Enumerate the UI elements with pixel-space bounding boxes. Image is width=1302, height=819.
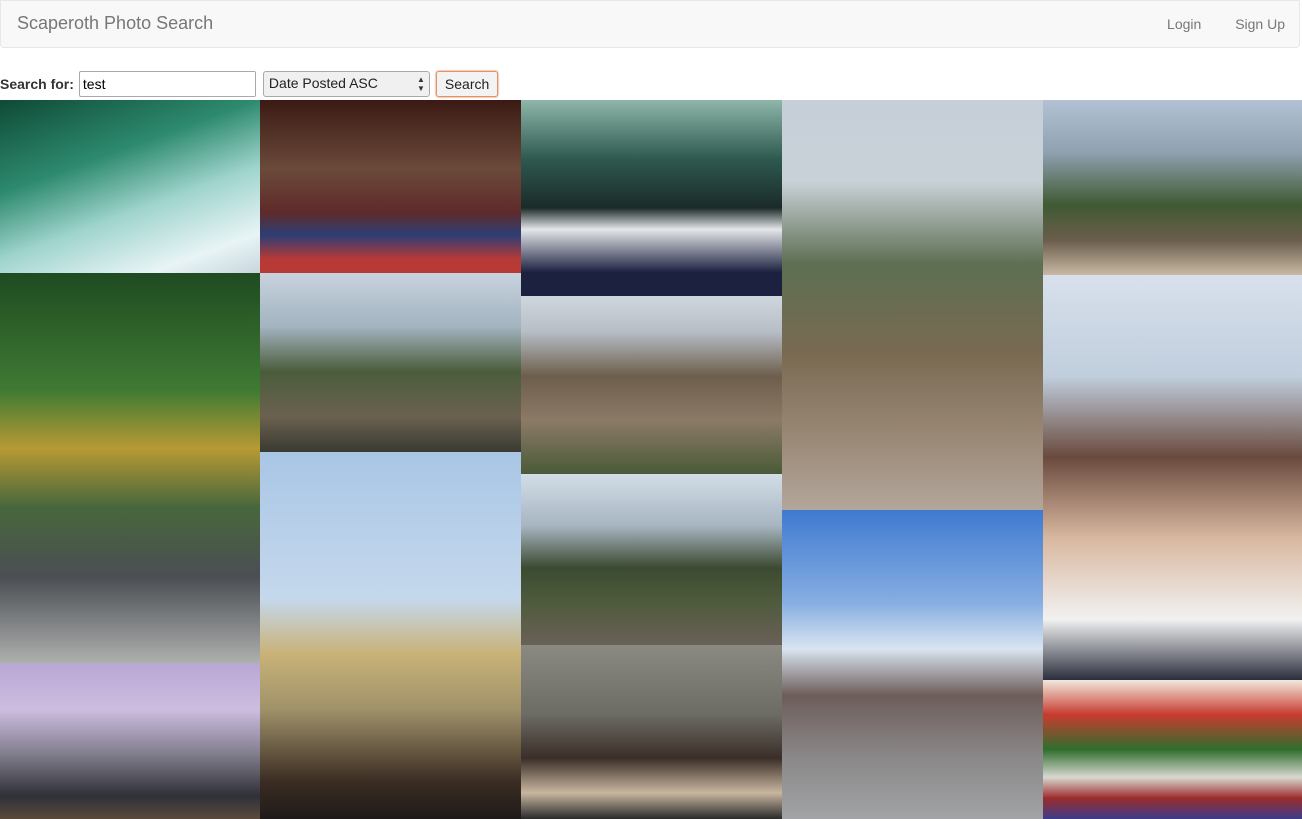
brand-title[interactable]: Scaperoth Photo Search <box>17 13 213 34</box>
nav-links: Login Sign Up <box>1137 16 1285 32</box>
photo-couple-wall[interactable] <box>521 645 782 819</box>
photo-group-wall[interactable] <box>0 663 260 819</box>
photo-garden-statue[interactable] <box>0 273 260 663</box>
photo-woman-great-wall[interactable] <box>1043 100 1302 275</box>
search-label: Search for: <box>0 76 74 92</box>
photo-red-square[interactable] <box>782 510 1043 819</box>
photo-wall-hill[interactable] <box>521 474 782 645</box>
search-form: Search for: Date Posted ASC ▲▼ Search <box>0 71 499 97</box>
search-button[interactable]: Search <box>435 71 499 97</box>
photo-big-ben[interactable] <box>260 452 521 819</box>
sort-select[interactable]: Date Posted ASC ▲ ▼ <box>262 71 430 97</box>
photo-glass-water[interactable] <box>0 100 260 273</box>
navbar: Scaperoth Photo Search Login Sign Up <box>0 0 1300 48</box>
photo-three-women[interactable] <box>1043 275 1302 680</box>
photo-man-great-wall[interactable] <box>260 273 521 452</box>
signup-link[interactable]: Sign Up <box>1235 16 1285 32</box>
search-input[interactable] <box>78 71 256 97</box>
photo-market-stall[interactable] <box>1043 680 1302 819</box>
login-link[interactable]: Login <box>1167 16 1201 32</box>
sort-select-value: Date Posted ASC <box>268 75 378 91</box>
photo-mirror-room[interactable] <box>521 100 782 296</box>
photo-great-wall-valley[interactable] <box>782 100 1043 510</box>
select-arrows-icon: ▲ ▼ <box>417 75 425 93</box>
photo-wall-ruins[interactable] <box>521 296 782 474</box>
photo-glass-tube[interactable] <box>260 100 521 273</box>
